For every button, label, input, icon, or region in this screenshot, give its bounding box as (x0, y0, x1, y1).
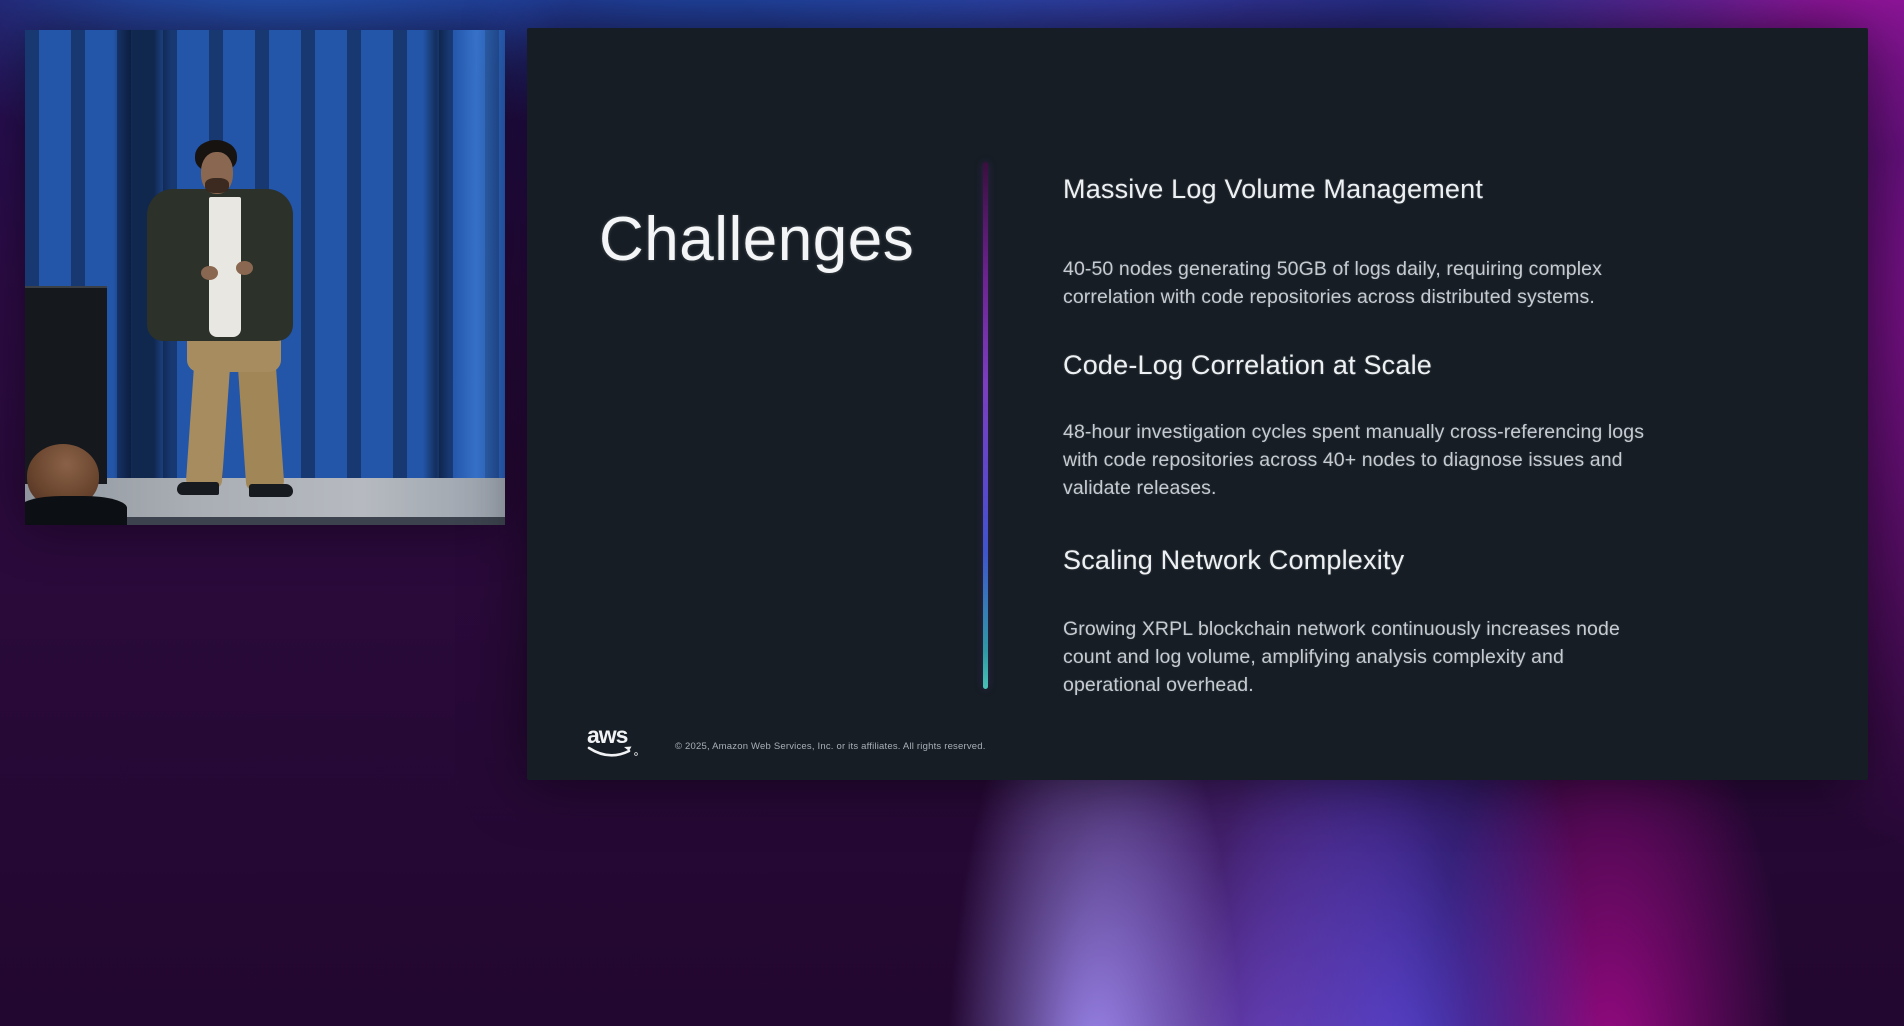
conference-stream-frame: Challenges Massive Log Volume Management… (0, 0, 1904, 1026)
speaker-beard (205, 178, 229, 193)
section-heading: Code-Log Correlation at Scale (1063, 349, 1843, 381)
section-body: 48-hour investigation cycles spent manua… (1063, 418, 1843, 502)
section-body: Growing XRPL blockchain network continuo… (1063, 615, 1843, 699)
slide-title: Challenges (599, 208, 914, 272)
section-heading: Scaling Network Complexity (1063, 544, 1843, 576)
audience-member-shoulder (25, 496, 127, 525)
speaker-hand (201, 266, 218, 280)
presentation-slide: Challenges Massive Log Volume Management… (527, 28, 1868, 780)
curtain-highlight (451, 30, 505, 485)
aws-logo-text: aws (587, 724, 639, 746)
section-body: 40-50 nodes generating 50GB of logs dail… (1063, 255, 1843, 311)
speaker-hand (236, 261, 253, 275)
aws-logo: aws (587, 724, 639, 768)
section-heading: Massive Log Volume Management (1063, 173, 1843, 205)
copyright-notice: © 2025, Amazon Web Services, Inc. or its… (675, 741, 986, 752)
speaker-shoe (249, 484, 293, 497)
gradient-divider-line (983, 162, 988, 689)
speaker-video-frame (25, 30, 505, 525)
curtain-shadow-fold (423, 30, 449, 485)
speaker-shoe (177, 482, 219, 495)
aws-smile-icon (587, 745, 639, 765)
